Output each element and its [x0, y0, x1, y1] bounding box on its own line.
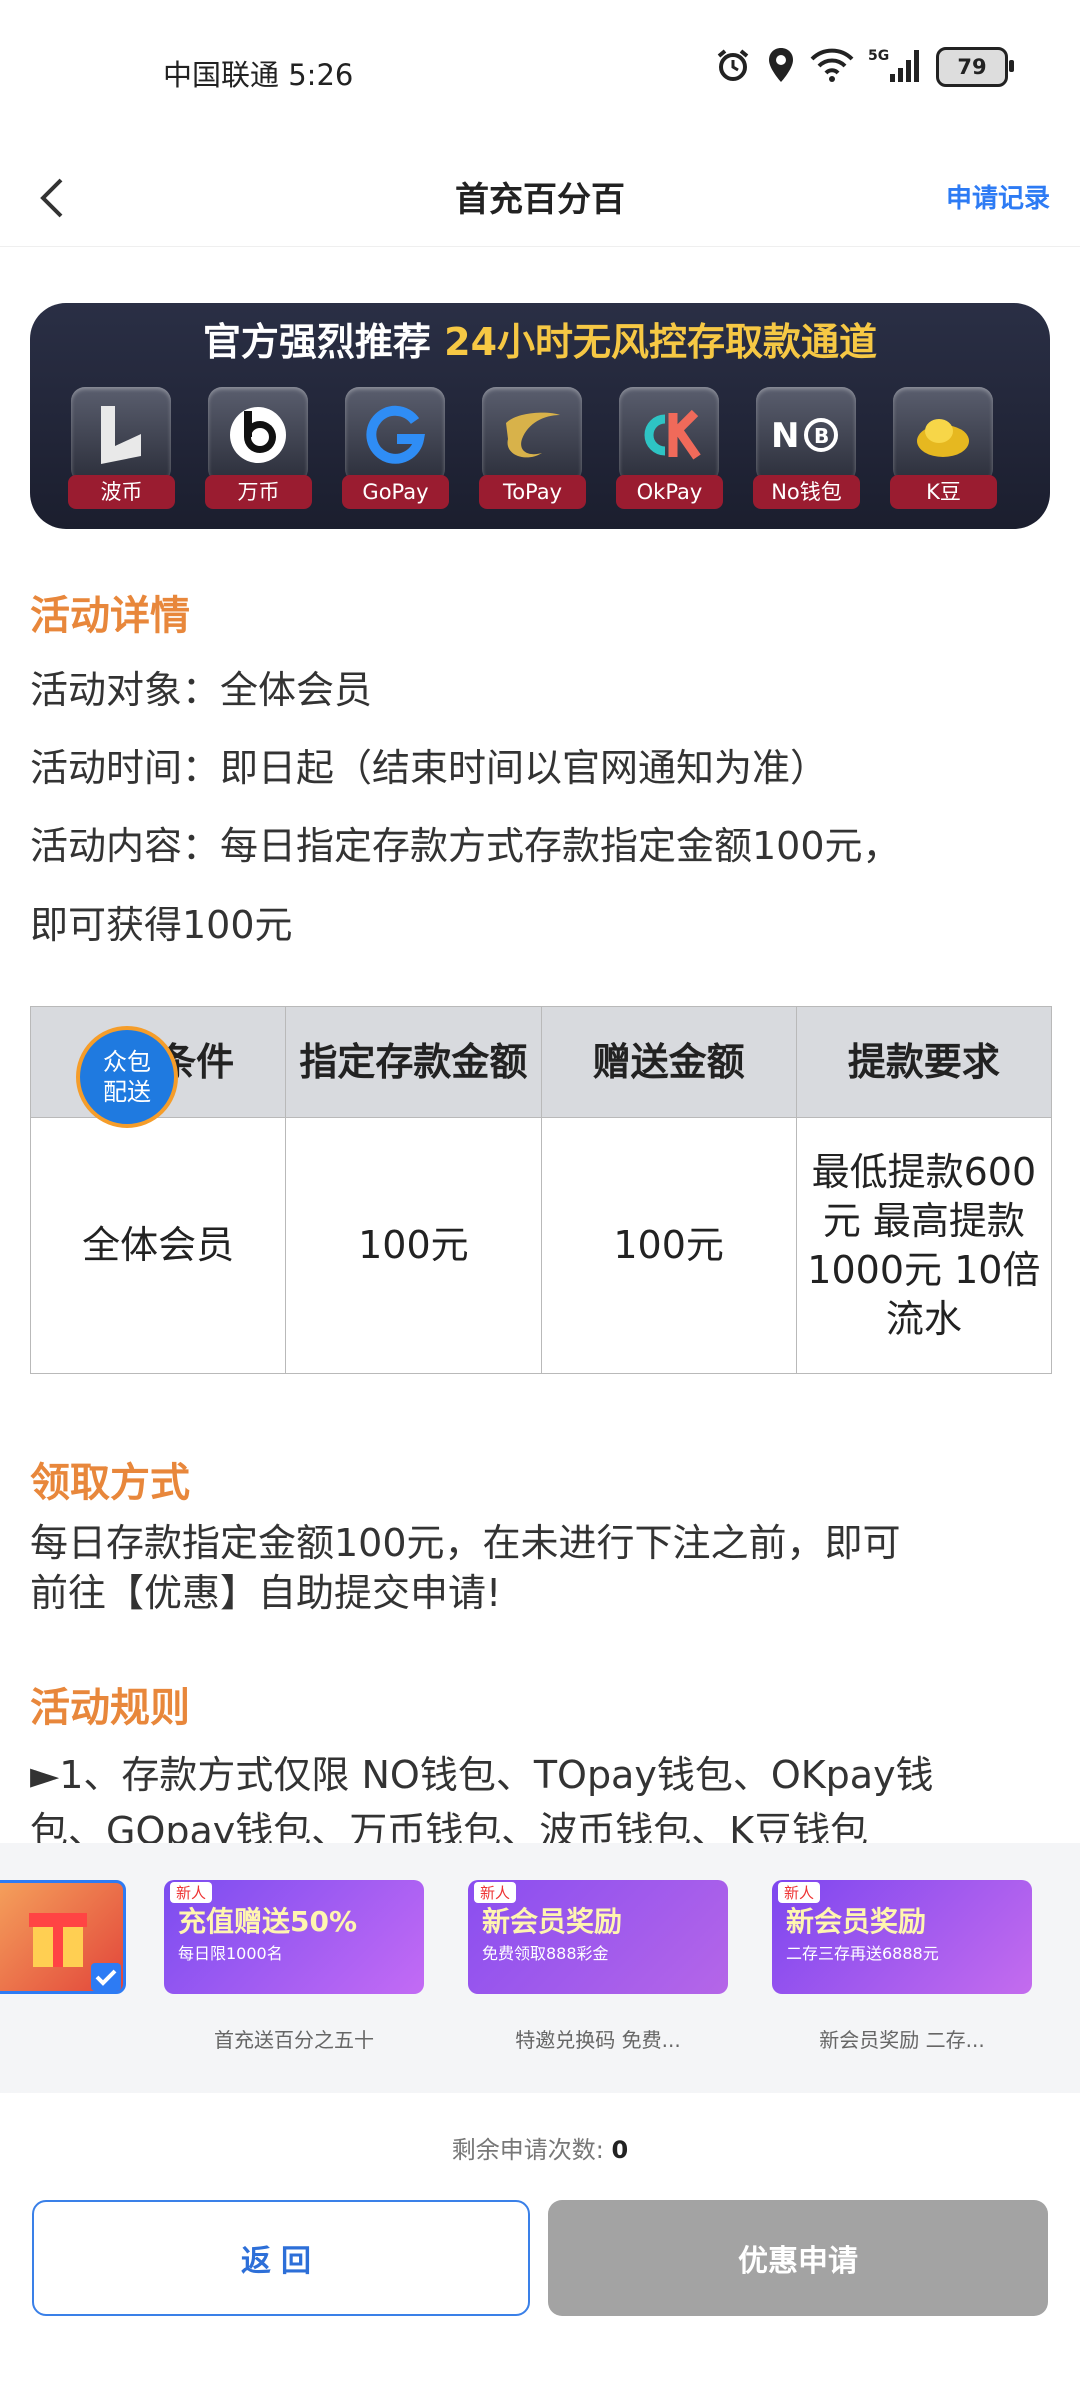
payment-methods: 波币 万币 GoPay ToPay OkPay N B No钱包 K豆 [68, 387, 997, 509]
okpay-icon [619, 387, 719, 483]
promo-caption: 首充送百分之五十 [214, 2028, 374, 2052]
claim-line2: 前往【优惠】自助提交申请! [30, 1571, 502, 1615]
payment-label: 波币 [68, 475, 175, 509]
promo-caption: 特邀兑换码 免费... [515, 2028, 681, 2052]
wanbi-icon [208, 387, 308, 483]
badge-line2: 配送 [103, 1078, 151, 1106]
table-cell: 全体会员 [29, 1117, 287, 1374]
page-title: 首充百分百 [455, 180, 625, 220]
payment-label: K豆 [890, 475, 997, 509]
table-header: 指定存款金额 [285, 1006, 542, 1118]
claim-line1: 每日存款指定金额100元，在未进行下注之前，即可 [30, 1521, 901, 1565]
details-content-line1: 活动内容：每日指定存款方式存款指定金额100元， [30, 824, 901, 868]
promo-sub: 每日限1000名 [178, 1944, 283, 1963]
payment-label: GoPay [342, 475, 449, 509]
status-bar: 中国联通 5:26 5G 79 [0, 0, 1080, 150]
details-target: 活动对象：全体会员 [30, 668, 373, 712]
remaining-label: 剩余申请次数: [451, 2136, 604, 2164]
payment-banner[interactable]: 官方强烈推荐 24小时无风控存取款通道 波币 万币 GoPay ToPay Ok… [30, 303, 1050, 529]
banner-title: 官方强烈推荐 24小时无风控存取款通道 [30, 311, 1050, 366]
promo-carousel[interactable]: 新人 充值赠送50% 每日限1000名 首充送百分之五十 新人 新会员奖励 免费… [0, 1843, 1080, 2093]
alarm-icon [714, 46, 752, 88]
payment-item-okpay: OkPay [616, 387, 723, 509]
payment-item-kdou: K豆 [890, 387, 997, 509]
signal-icon: 5G [868, 46, 922, 88]
table-cell: 100元 [540, 1117, 797, 1374]
apply-record-link[interactable]: 申请记录 [946, 178, 1050, 215]
apply-promotion-button[interactable]: 优惠申请 [548, 2200, 1048, 2316]
remaining-count: 0 [611, 2136, 629, 2164]
rules-line1: ►1、存款方式仅限 NO钱包、TOpay钱包、OKpay钱 [30, 1753, 934, 1797]
rule-table: 参与条件 指定存款金额 赠送金额 提款要求 全体会员 100元 100元 最低提… [29, 1006, 1053, 1374]
gopay-icon [345, 387, 445, 483]
payment-label: No钱包 [753, 475, 860, 509]
table-header: 提款要求 [795, 1006, 1053, 1118]
promo-card[interactable]: 新人 新会员奖励 二存三存再送6888元 新会员奖励 二存... [772, 1880, 1032, 2053]
table-header-row: 参与条件 指定存款金额 赠送金额 提款要求 [29, 1006, 1053, 1118]
remaining-applications: 剩余申请次数: 0 [0, 2130, 1080, 2165]
promo-sub: 免费领取888彩金 [482, 1944, 609, 1963]
promo-card[interactable]: 新人 新会员奖励 免费领取888彩金 特邀兑换码 免费... [468, 1880, 728, 2053]
payment-label: ToPay [479, 475, 586, 509]
app-header: 首充百分百 申请记录 [0, 150, 1080, 247]
payment-item-bobi: 波币 [68, 387, 175, 509]
carrier-time: 中国联通 5:26 [163, 58, 354, 92]
promo-headline: 新会员奖励 [786, 1905, 927, 1938]
banner-title-yellow: 24小时无风控存取款通道 [444, 320, 878, 364]
rules-title: 活动规则 [30, 1685, 190, 1731]
payment-label: OkPay [616, 475, 723, 509]
wifi-icon [810, 47, 854, 87]
details-content-line2: 即可获得100元 [30, 903, 293, 947]
gift-icon [29, 1913, 121, 1991]
details-title: 活动详情 [30, 593, 190, 639]
return-button[interactable]: 返回 [32, 2200, 530, 2316]
payment-label: 万币 [205, 475, 312, 509]
details-time: 活动时间：即日起（结束时间以官网通知为准） [30, 746, 829, 790]
status-icons: 5G 79 [714, 46, 1014, 88]
promo-headline: 新会员奖励 [482, 1905, 623, 1938]
promo-caption: 新会员奖励 二存... [819, 2028, 985, 2052]
payment-item-wanbi: 万币 [205, 387, 312, 509]
table-header: 赠送金额 [540, 1006, 797, 1118]
payment-item-topay: ToPay [479, 387, 586, 509]
banner-title-white: 官方强烈推荐 [202, 320, 431, 364]
svg-text:N: N [771, 416, 799, 456]
bobi-icon [71, 387, 171, 483]
table-row: 全体会员 100元 100元 最低提款600元 最高提款1000元 10倍流水 [29, 1117, 1053, 1374]
table-cell: 100元 [285, 1117, 542, 1374]
svg-text:5G: 5G [868, 48, 889, 64]
topay-icon [482, 387, 582, 483]
payment-item-nowallet: NB No钱包 [753, 387, 860, 509]
promo-headline: 充值赠送50% [178, 1905, 358, 1938]
floating-delivery-badge[interactable]: 众包 配送 [76, 1026, 178, 1128]
promo-sub: 二存三存再送6888元 [786, 1944, 939, 1963]
promo-card[interactable]: 新人 充值赠送50% 每日限1000名 首充送百分之五十 [164, 1880, 424, 2053]
battery-indicator: 79 [936, 47, 1014, 87]
table-cell: 最低提款600元 最高提款1000元 10倍流水 [795, 1117, 1053, 1374]
badge-line1: 众包 [103, 1048, 151, 1076]
nowallet-icon: NB [756, 387, 856, 483]
claim-title: 领取方式 [30, 1460, 190, 1506]
svg-text:B: B [814, 424, 829, 448]
payment-item-gopay: GoPay [342, 387, 449, 509]
location-icon [766, 46, 796, 88]
promo-card-selected[interactable] [0, 1880, 126, 1994]
kdou-icon [893, 387, 993, 483]
